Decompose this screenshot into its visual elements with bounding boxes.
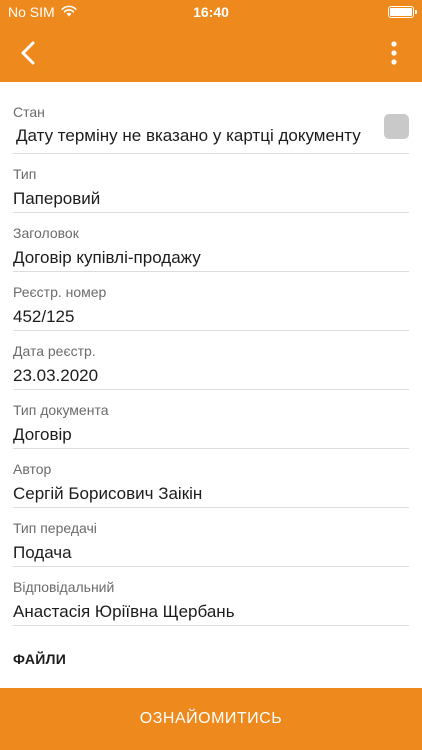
more-vert-icon <box>391 41 397 65</box>
field-doc-type: Тип документа Договір <box>13 390 409 449</box>
field-title: Заголовок Договір купівлі-продажу <box>13 213 409 272</box>
status-bar: No SIM 16:40 <box>0 0 422 24</box>
field-label: Тип документа <box>13 402 109 418</box>
field-label: Тип передачі <box>13 520 97 536</box>
status-time: 16:40 <box>193 4 229 20</box>
back-button[interactable] <box>12 37 44 69</box>
field-label: Тип <box>13 166 37 182</box>
field-value: Договір купівлі-продажу <box>13 248 201 267</box>
field-type: Тип Паперовий <box>13 154 409 213</box>
field-label: Відповідальний <box>13 579 115 595</box>
field-value: Анастасія Юріївна Щербань <box>13 602 235 621</box>
field-value: Договір <box>13 425 72 444</box>
chevron-left-icon <box>21 41 35 65</box>
battery-icon <box>388 6 417 18</box>
field-value: Дату терміну не вказано у картці докумен… <box>16 126 361 145</box>
app-bar <box>0 24 422 82</box>
field-transfer-type: Тип передачі Подача <box>13 508 409 567</box>
more-menu-button[interactable] <box>378 37 410 69</box>
field-label: Заголовок <box>13 225 79 241</box>
field-reg-date: Дата реєстр. 23.03.2020 <box>13 331 409 390</box>
field-value: Подача <box>13 543 72 562</box>
field-label: Автор <box>13 461 52 477</box>
files-section-title: ФАЙЛИ <box>13 651 67 667</box>
battery-fill <box>390 8 412 16</box>
field-responsible: Відповідальний Анастасія Юріївна Щербань <box>13 567 409 626</box>
field-value: Паперовий <box>13 189 101 208</box>
field-label: Стан <box>13 104 45 120</box>
field-value: 452/125 <box>13 307 75 326</box>
field-label: Реєстр. номер <box>13 284 107 300</box>
status-checkbox[interactable] <box>384 114 409 139</box>
field-label: Дата реєстр. <box>13 343 96 359</box>
field-author: Автор Сергій Борисович Заікін <box>13 449 409 508</box>
field-status: Стан Дату терміну не вказано у картці до… <box>13 82 409 154</box>
field-value: Сергій Борисович Заікін <box>13 484 203 503</box>
field-value: 23.03.2020 <box>13 366 99 385</box>
field-reg-number: Реєстр. номер 452/125 <box>13 272 409 331</box>
document-details[interactable]: Стан Дату терміну не вказано у картці до… <box>0 82 422 688</box>
acknowledge-button[interactable]: ОЗНАЙОМИТИСЬ <box>0 688 422 750</box>
